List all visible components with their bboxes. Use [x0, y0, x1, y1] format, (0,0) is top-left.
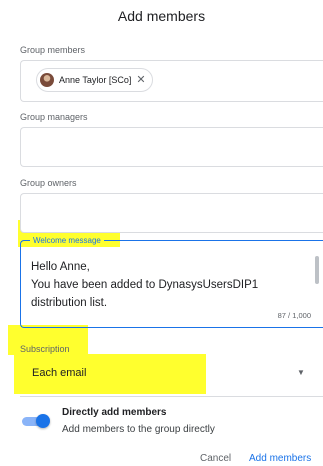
group-owners-label: Group owners	[20, 178, 77, 188]
welcome-message-text[interactable]: Hello Anne, You have been added to Dynas…	[31, 258, 307, 312]
add-members-button[interactable]: Add members	[249, 453, 311, 464]
group-members-label: Group members	[20, 45, 86, 55]
avatar	[40, 73, 54, 87]
toggle-knob	[36, 414, 50, 428]
close-icon[interactable]: ✕	[136, 74, 145, 86]
dialog-title: Add members	[117, 8, 206, 24]
message-line: You have been added to DynasysUsersDIP1	[31, 279, 259, 291]
group-managers-label: Group managers	[20, 112, 88, 122]
message-line: Hello Anne,	[31, 261, 90, 273]
message-line: distribution list.	[31, 297, 108, 309]
direct-add-toggle[interactable]	[20, 414, 50, 428]
subscription-label: Subscription	[20, 344, 70, 354]
welcome-message-label: Welcome message	[30, 237, 104, 245]
group-managers-field[interactable]	[20, 127, 323, 167]
member-chip-name: Anne Taylor [SCo]	[59, 75, 132, 85]
dropdown-arrow-icon[interactable]: ▼	[297, 368, 305, 377]
textarea-scrollbar[interactable]	[315, 256, 319, 284]
group-owners-field[interactable]	[20, 193, 323, 233]
cancel-button[interactable]: Cancel	[200, 453, 231, 464]
subscription-select[interactable]: Each email	[32, 367, 86, 379]
subscription-select-underline	[20, 396, 323, 397]
direct-add-description: Add members to the group directly	[62, 424, 215, 435]
character-counter: 87 / 1,000	[277, 311, 311, 320]
member-chip[interactable]: Anne Taylor [SCo] ✕	[36, 68, 153, 92]
direct-add-title: Directly add members	[62, 407, 167, 418]
